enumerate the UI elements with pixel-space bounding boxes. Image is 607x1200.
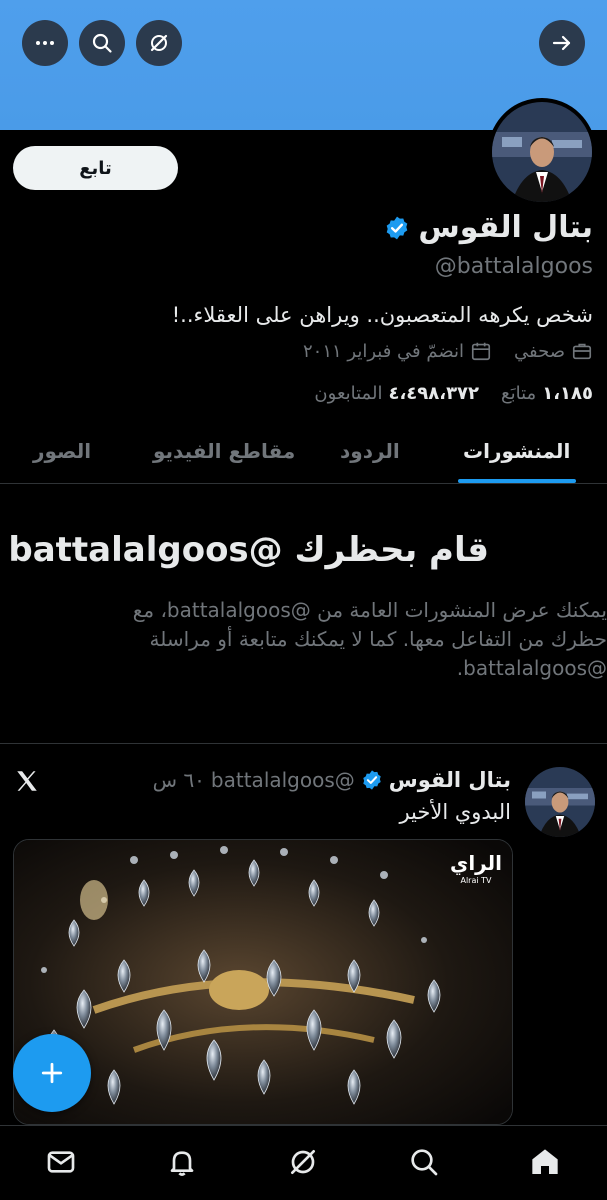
messages-icon[interactable] bbox=[45, 1146, 77, 1178]
followers-count: ٤،٤٩٨،٣٧٢ bbox=[388, 383, 480, 404]
tweet-author-name[interactable]: بتال القوس bbox=[389, 768, 511, 792]
verified-badge-icon bbox=[363, 770, 381, 790]
compose-post-button[interactable] bbox=[13, 1034, 91, 1112]
following-count: ١،١٨٥ bbox=[542, 383, 593, 404]
following-stat[interactable]: ١،١٨٥متابَع bbox=[501, 383, 593, 404]
followers-stat[interactable]: ٤،٤٩٨،٣٧٢المتابعون bbox=[314, 383, 479, 404]
profile-name-row: بتال القوس bbox=[384, 210, 593, 245]
joined-item: انضمّ في فبراير ٢٠١١ bbox=[303, 340, 492, 362]
joined-text: انضمّ في فبراير ٢٠١١ bbox=[303, 340, 464, 362]
following-label: متابَع bbox=[501, 383, 537, 404]
search-button[interactable] bbox=[79, 20, 125, 66]
profile-bio: شخص يكرهه المتعصبون.. ويراهن على العقلاء… bbox=[171, 303, 593, 327]
tab-replies[interactable]: الردود bbox=[340, 439, 400, 463]
forward-button[interactable] bbox=[539, 20, 585, 66]
alrai-tv-logo: الراي Alrai TV bbox=[450, 853, 502, 890]
blocked-description: يمكنك عرض المنشورات العامة من @battalalg… bbox=[0, 596, 607, 683]
verified-badge-icon[interactable] bbox=[384, 215, 410, 241]
active-tab-indicator bbox=[458, 479, 576, 483]
profile-stats: ١،١٨٥متابَع ٤،٤٩٨،٣٧٢المتابعون bbox=[314, 383, 593, 404]
grok-icon[interactable] bbox=[287, 1146, 319, 1178]
tab-videos[interactable]: مقاطع الفيديو bbox=[153, 439, 295, 463]
profile-name: بتال القوس bbox=[418, 210, 593, 245]
tweet-time: ٦٠ س bbox=[152, 768, 205, 792]
calendar-icon bbox=[471, 342, 491, 361]
plus-icon bbox=[41, 1062, 63, 1084]
tweet-text: البدوي الأخير bbox=[399, 800, 511, 824]
bottom-navigation bbox=[0, 1125, 607, 1200]
profession-item: صحفي bbox=[514, 340, 593, 362]
grok-button[interactable] bbox=[136, 20, 182, 66]
follow-button[interactable]: تابع bbox=[13, 146, 178, 190]
briefcase-icon bbox=[572, 343, 592, 360]
more-button[interactable] bbox=[22, 20, 68, 66]
grok-icon bbox=[150, 34, 168, 52]
search-icon bbox=[92, 33, 112, 53]
divider bbox=[0, 743, 607, 744]
search-icon[interactable] bbox=[408, 1146, 440, 1178]
arrow-right-icon bbox=[552, 35, 571, 51]
tab-photos[interactable]: الصور bbox=[33, 439, 91, 463]
profile-avatar[interactable] bbox=[488, 98, 596, 206]
tab-posts[interactable]: المنشورات bbox=[463, 439, 570, 463]
x-logo-icon bbox=[17, 771, 37, 791]
tweet-header: بتال القوس @battalalgoos ٦٠ س bbox=[153, 768, 511, 792]
blocked-title: قام بحظرك @battalalgoos bbox=[8, 530, 489, 570]
home-icon[interactable] bbox=[529, 1146, 561, 1178]
tweet-avatar[interactable] bbox=[525, 767, 595, 837]
profile-tabs: المنشورات الردود مقاطع الفيديو الصور bbox=[0, 422, 607, 484]
tweet-author-handle: @battalalgoos bbox=[210, 768, 355, 792]
profile-meta: صحفي انضمّ في فبراير ٢٠١١ bbox=[303, 340, 593, 362]
blocked-desc-line-1: يمكنك عرض المنشورات العامة من @battalalg… bbox=[132, 598, 607, 622]
blocked-desc-line-2: حظرك من التفاعل معها. كما لا يمكنك متابع… bbox=[149, 627, 607, 651]
followers-label: المتابعون bbox=[314, 383, 383, 404]
blocked-desc-line-3: @battalalgoos. bbox=[456, 656, 607, 680]
notifications-icon[interactable] bbox=[166, 1146, 198, 1178]
more-icon bbox=[36, 41, 54, 45]
profile-handle: @battalalgoos bbox=[434, 254, 593, 279]
profession-text: صحفي bbox=[513, 340, 565, 362]
